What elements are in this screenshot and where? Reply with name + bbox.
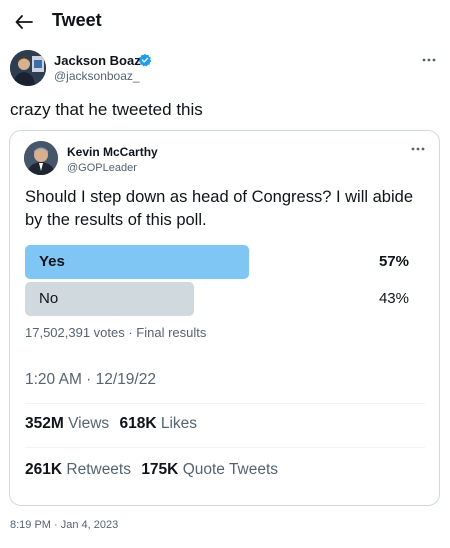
verified-badge-icon <box>138 53 152 67</box>
author-name[interactable]: Jackson Boaz <box>54 53 141 68</box>
views-label[interactable]: Views <box>68 415 109 432</box>
tweet-author: Jackson Boaz @jacksonboaz_ <box>10 50 440 90</box>
poll-option-percent: 43% <box>378 290 409 307</box>
avatar-image <box>10 50 46 86</box>
back-button[interactable] <box>8 6 40 38</box>
quoted-tweet[interactable]: Kevin McCarthy @GOPLeader Should I step … <box>9 130 440 506</box>
quoted-avatar[interactable] <box>24 141 58 175</box>
poll-option-label: Yes <box>39 253 65 270</box>
page-title: Tweet <box>52 10 102 30</box>
poll-option-yes: Yes 57% <box>25 245 409 279</box>
quote-tweets-count: 175K <box>141 461 179 478</box>
poll-option-no: No 43% <box>25 282 409 316</box>
divider <box>25 447 425 448</box>
retweets-count: 261K <box>25 461 63 478</box>
retweets-label[interactable]: Retweets <box>66 461 131 478</box>
more-horizontal-icon <box>411 147 425 151</box>
avatar-image <box>24 141 58 175</box>
author-handle[interactable]: @jacksonboaz_ <box>54 69 140 83</box>
quoted-tweet-text: Should I step down as head of Congress? … <box>25 188 413 229</box>
quoted-author-name[interactable]: Kevin McCarthy <box>67 145 158 159</box>
tweet-timestamp[interactable]: 8:19 PM · Jan 4, 2023 <box>10 519 118 531</box>
views-count: 352M <box>25 415 64 432</box>
quoted-timestamp[interactable]: 1:20 AM · 12/19/22 <box>25 371 156 389</box>
more-horizontal-icon <box>422 58 436 62</box>
avatar[interactable] <box>10 50 46 86</box>
quote-tweets-label[interactable]: Quote Tweets <box>183 461 278 478</box>
more-button[interactable] <box>418 52 440 68</box>
quoted-author-handle[interactable]: @GOPLeader <box>67 162 137 174</box>
retweets-row: 261K Retweets 175K Quote Tweets <box>25 461 278 479</box>
tweet-text: crazy that he tweeted this <box>10 100 203 119</box>
divider <box>25 403 425 404</box>
poll-option-percent: 57% <box>378 253 409 270</box>
quoted-more-button[interactable] <box>407 141 429 157</box>
top-bar: Tweet <box>0 0 450 44</box>
likes-count: 618K <box>119 415 157 432</box>
arrow-left-icon <box>15 15 33 29</box>
poll-meta: 17,502,391 votes · Final results <box>25 325 207 340</box>
poll-option-label: No <box>39 290 59 307</box>
views-likes-row: 352M Views 618K Likes <box>25 415 197 433</box>
likes-label[interactable]: Likes <box>161 415 197 432</box>
